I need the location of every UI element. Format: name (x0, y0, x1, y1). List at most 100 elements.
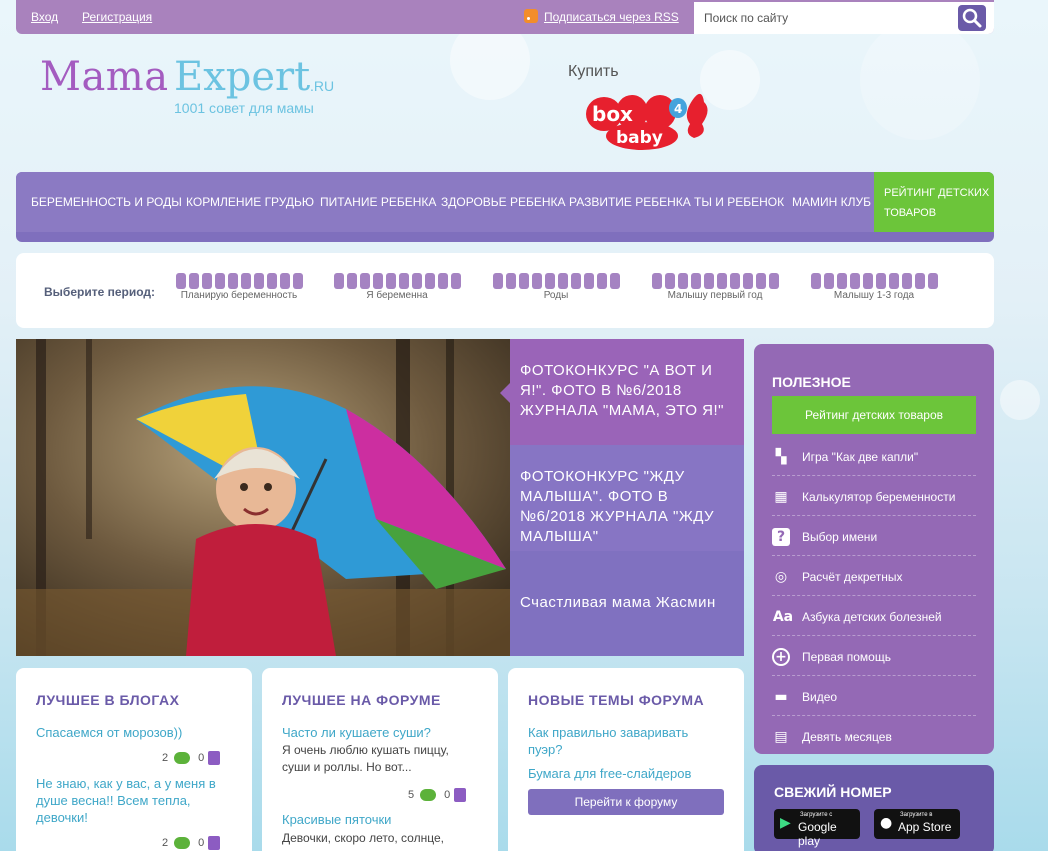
search-box (694, 2, 994, 34)
post-stats: 50 (408, 788, 467, 802)
nav-item-health[interactable]: ЗДОРОВЬЕ РЕБЕНКА (441, 195, 566, 209)
nav-item-pregnancy[interactable]: БЕРЕМЕННОСТЬ И РОДЫ (31, 195, 182, 209)
boxbaby-logo[interactable]: box 4 baby (582, 90, 716, 152)
sidebar-item-label: Игра "Как две капли" (802, 450, 919, 464)
boxbaby-brand-bottom: baby (616, 128, 663, 148)
app-store-label: App Store (898, 820, 952, 834)
period-selector: Выберите период: Планирую беременность Я… (16, 253, 994, 328)
like-count: 0 (198, 751, 205, 764)
google-play-label: Google play (798, 820, 837, 848)
slide-item[interactable]: ФОТОКОНКУРС "ЖДУ МАЛЫША". ФОТО В №6/2018… (510, 445, 744, 551)
rss-link[interactable]: Подписаться через RSS (544, 10, 679, 24)
blogs-card: ЛУЧШЕЕ В БЛОГАХ Спасаемся от морозов)) 2… (16, 668, 252, 851)
fresh-issue-title: СВЕЖИЙ НОМЕР (774, 784, 892, 800)
logo-expert[interactable]: Expert (174, 54, 310, 100)
forum-post-excerpt: Я очень люблю кушать пиццу, суши и роллы… (282, 743, 449, 774)
google-play-button[interactable]: ▶ Загрузите с Google play (774, 809, 860, 848)
nav-item-development[interactable]: РАЗВИТИЕ РЕБЕНКА (569, 195, 691, 209)
comment-icon (174, 837, 191, 849)
forum-post-link[interactable]: Красивые пяточки (282, 811, 391, 828)
nav-item-you-and-child[interactable]: ТЫ И РЕБЕНОК (694, 195, 784, 209)
sidebar-item-first-aid[interactable]: + Первая помощь (772, 636, 976, 676)
new-topics-card: НОВЫЕ ТЕМЫ ФОРУМА Как правильно заварива… (508, 668, 744, 851)
search-icon (962, 8, 982, 28)
period-dots (491, 273, 621, 289)
slide-item[interactable]: Счастливая мама Жасмин (510, 551, 744, 656)
sidebar-item-game[interactable]: ▚ Игра "Как две капли" (772, 436, 976, 476)
login-link[interactable]: Вход (31, 10, 58, 24)
sidebar-item-label: Калькулятор беременности (802, 490, 956, 504)
card-title: ЛУЧШЕЕ НА ФОРУМЕ (282, 692, 441, 708)
question-icon: ? (772, 528, 790, 546)
sidebar-item-calculator[interactable]: ▦ Калькулятор беременности (772, 476, 976, 516)
boxbaby-brand-top: box (592, 102, 633, 126)
forum-post-link[interactable]: Часто ли кушаете суши? (282, 724, 431, 741)
google-play-small-label: Загрузите с (800, 812, 833, 818)
sidebar-item-label: Видео (802, 690, 838, 704)
period-option-planning[interactable]: Планирую беременность (174, 273, 304, 301)
plus-icon: + (772, 648, 790, 666)
nav-bar: БЕРЕМЕННОСТЬ И РОДЫ КОРМЛЕНИЕ ГРУДЬЮ ПИТ… (16, 172, 994, 232)
nav-item-nutrition[interactable]: ПИТАНИЕ РЕБЕНКА (320, 195, 436, 209)
like-icon[interactable] (208, 751, 221, 765)
topic-link[interactable]: Бумага для free-слайдеров (528, 765, 691, 782)
forum-best-card: ЛУЧШЕЕ НА ФОРУМЕ Часто ли кушаете суши? … (262, 668, 498, 851)
hero-photo[interactable] (16, 339, 510, 656)
period-option-first-year[interactable]: Малышу первый год (650, 273, 780, 301)
boxbaby-brand-number: 4 (674, 102, 682, 116)
search-button[interactable] (958, 5, 986, 31)
useful-sidebar: ПОЛЕЗНОЕ Рейтинг детских товаров ▚ Игра … (754, 344, 994, 754)
google-play-icon: ▶ (780, 815, 791, 831)
period-dots (174, 273, 304, 289)
sidebar-item-nine-months[interactable]: ▤ Девять месяцев (772, 716, 976, 756)
period-option-label: Я беременна (366, 290, 428, 301)
sidebar-item-label: Расчёт декретных (802, 570, 903, 584)
rss-icon[interactable] (524, 9, 538, 23)
slide-pointer (500, 383, 510, 403)
go-to-forum-button[interactable]: Перейти к форуму (528, 789, 724, 815)
sidebar-rating-button[interactable]: Рейтинг детских товаров (772, 396, 976, 434)
app-store-small-label: Загрузите в (900, 812, 933, 818)
slide-list: ФОТОКОНКУРС "А ВОТ И Я!". ФОТО В №6/2018… (500, 339, 744, 656)
sidebar-item-diseases[interactable]: Aa Азбука детских болезней (772, 596, 976, 636)
sidebar-item-video[interactable]: ▬ Видео (772, 676, 976, 716)
main-nav: БЕРЕМЕННОСТЬ И РОДЫ КОРМЛЕНИЕ ГРУДЬЮ ПИТ… (16, 172, 994, 242)
sidebar-item-maternity-pay[interactable]: ◎ Расчёт декретных (772, 556, 976, 596)
like-icon[interactable] (454, 788, 467, 802)
register-link[interactable]: Регистрация (82, 10, 152, 24)
blog-post-link[interactable]: Спасаемся от морозов)) (36, 724, 182, 741)
like-count: 0 (444, 788, 451, 801)
boxbaby-logo-graphic: box 4 baby (586, 93, 708, 150)
slide-item[interactable]: ФОТОКОНКУРС "А ВОТ И Я!". ФОТО В №6/2018… (510, 339, 744, 445)
search-input[interactable] (694, 2, 952, 34)
blog-post-link[interactable]: Не знаю, как у вас, а у меня в душе весн… (36, 775, 236, 826)
nav-item-mom-club[interactable]: МАМИН КЛУБ (792, 195, 871, 209)
app-store-button[interactable]: ● Загрузите в App Store (874, 809, 960, 839)
sidebar-item-names[interactable]: ? Выбор имени (772, 516, 976, 556)
nav-item-ratings[interactable]: РЕЙТИНГ ДЕТСКИХ ТОВАРОВ (874, 172, 994, 232)
logo-mama[interactable]: Mama (40, 54, 169, 100)
like-icon[interactable] (208, 836, 221, 850)
sidebar-title: ПОЛЕЗНОЕ (772, 374, 851, 390)
period-label: Выберите период: (44, 285, 156, 299)
post-stats: 20 (162, 751, 221, 765)
comment-count: 2 (162, 751, 169, 764)
puzzle-icon: ▚ (775, 449, 787, 465)
apple-icon: ● (880, 815, 893, 831)
period-dots (332, 273, 462, 289)
period-option-birth[interactable]: Роды (491, 273, 621, 301)
comment-count: 2 (162, 836, 169, 849)
card-title: НОВЫЕ ТЕМЫ ФОРУМА (528, 692, 705, 708)
card-title: ЛУЧШЕЕ В БЛОГАХ (36, 692, 180, 708)
period-option-pregnant[interactable]: Я беременна (332, 273, 462, 301)
period-option-label: Малышу первый год (667, 290, 763, 301)
period-dots (809, 273, 939, 289)
nav-item-breastfeeding[interactable]: КОРМЛЕНИЕ ГРУДЬЮ (186, 195, 314, 209)
period-option-label: Роды (543, 290, 569, 301)
slide-title: Счастливая мама Жасмин (520, 594, 716, 611)
logo-suffix: .RU (310, 78, 335, 94)
bokeh-decoration (1000, 380, 1040, 420)
period-option-1-3-years[interactable]: Малышу 1-3 года (809, 273, 939, 301)
buy-label: Купить (568, 63, 619, 80)
topic-link[interactable]: Как правильно заваривать пуэр? (528, 724, 718, 758)
